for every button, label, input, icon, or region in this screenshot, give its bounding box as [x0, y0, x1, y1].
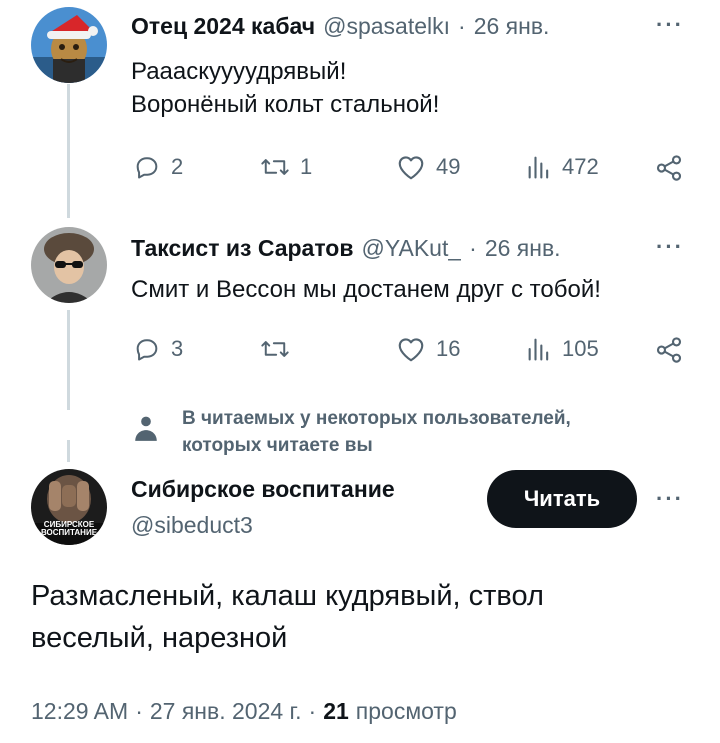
avatar[interactable]	[31, 227, 107, 303]
separator-dot: ·	[458, 12, 466, 39]
tweet-text-line: Рааaскуууудрявый!	[131, 58, 347, 85]
like-count: 16	[436, 336, 461, 361]
author-name[interactable]: Таксист из Саратов	[131, 235, 354, 262]
more-options-button[interactable]: ···	[656, 234, 684, 260]
avatar-image	[31, 227, 107, 303]
tweet-header: Отец 2024 кабач @spasatelkı · 26 янв.	[131, 10, 549, 42]
tweet-text: Смит и Вессон мы достанем друг с тобой!	[131, 273, 601, 306]
share-button[interactable]	[654, 335, 684, 365]
tweet-time[interactable]: 12:29 AM	[31, 698, 128, 725]
separator-dot: ·	[135, 698, 143, 724]
thread-line-3	[67, 440, 70, 462]
avatar-caption: СИБИРСКОЕ ВОСПИТАНИЕ	[31, 521, 107, 537]
retweet-count: 1	[300, 154, 313, 179]
followed-notice-text: В читаемых у некоторых пользователей, ко…	[182, 405, 571, 459]
views-count: 105	[562, 336, 599, 361]
main-tweet-text-line: Размасленый, калаш кудрявый, ствол	[31, 580, 544, 612]
tweet-date[interactable]: 26 янв.	[485, 235, 561, 262]
share-icon	[656, 155, 682, 181]
author-name[interactable]: Отец 2024 кабач	[131, 13, 315, 40]
follow-button[interactable]: Читать	[487, 470, 637, 528]
author-handle[interactable]: @spasatelkı	[323, 13, 450, 40]
retweet-button[interactable]: 1	[260, 153, 312, 181]
reply-icon	[136, 339, 158, 361]
reply-button[interactable]: 3	[133, 335, 183, 363]
tweet-date[interactable]: 26 янв.	[474, 13, 550, 40]
like-button[interactable]: 16	[396, 335, 460, 363]
retweet-button[interactable]	[260, 335, 300, 363]
avatar-image	[31, 7, 107, 83]
separator-dot: ·	[469, 234, 477, 261]
followed-notice-line: В читаемых у некоторых пользователей,	[182, 408, 571, 429]
more-options-button[interactable]: ···	[656, 12, 684, 38]
retweet-icon	[261, 159, 289, 175]
tweet-text-line: Смит и Вессон мы достанем друг с тобой!	[131, 276, 601, 303]
author-handle[interactable]: @YAKut_	[362, 235, 462, 262]
share-icon	[656, 337, 682, 363]
reply-button[interactable]: 2	[133, 153, 183, 181]
views-button[interactable]: 105	[526, 335, 599, 363]
main-tweet-text: Размасленый, калаш кудрявый, ствол весел…	[31, 575, 544, 659]
author-handle[interactable]: @sibeduct3	[131, 512, 253, 539]
like-button[interactable]: 49	[396, 153, 460, 181]
reply-count: 2	[171, 154, 184, 179]
views-label: просмотр	[355, 698, 457, 724]
like-count: 49	[436, 154, 461, 179]
share-button[interactable]	[654, 153, 684, 183]
tweet-header: Таксист из Саратов @YAKut_ · 26 янв.	[131, 232, 561, 264]
avatar[interactable]	[31, 7, 107, 83]
thread-line-2	[67, 310, 70, 410]
avatar[interactable]: СИБИРСКОЕ ВОСПИТАНИЕ	[31, 469, 107, 545]
reply-count: 3	[171, 336, 184, 361]
heart-icon	[398, 156, 424, 180]
main-tweet-text-line: веселый, нарезной	[31, 622, 288, 654]
tweet-text: Рааaскуууудрявый! Воронёный кольт стальн…	[131, 55, 439, 121]
person-icon	[135, 416, 157, 441]
more-options-button[interactable]: ···	[656, 486, 684, 512]
avatar-caption-line: ВОСПИТАНИЕ	[40, 528, 98, 537]
views-count: 21	[323, 698, 349, 724]
separator-dot: ·	[308, 698, 317, 724]
reply-icon	[136, 157, 158, 179]
views-icon	[528, 156, 549, 179]
views-count: 472	[562, 154, 599, 179]
author-name[interactable]: Сибирское воспитание	[131, 476, 395, 503]
views-icon	[528, 338, 549, 361]
followed-notice-line: которых читаете вы	[182, 435, 373, 456]
tweet-text-line: Воронёный кольт стальной!	[131, 91, 440, 118]
thread-line-1	[67, 84, 70, 218]
tweet-timestamp-row: 12:29 AM · 27 янв. 2024 г. · 21 просмотр	[31, 698, 457, 725]
retweet-icon	[261, 341, 289, 357]
views-button[interactable]: 472	[526, 153, 599, 181]
heart-icon	[398, 338, 424, 362]
tweet-date[interactable]: 27 янв. 2024 г.	[150, 698, 302, 725]
